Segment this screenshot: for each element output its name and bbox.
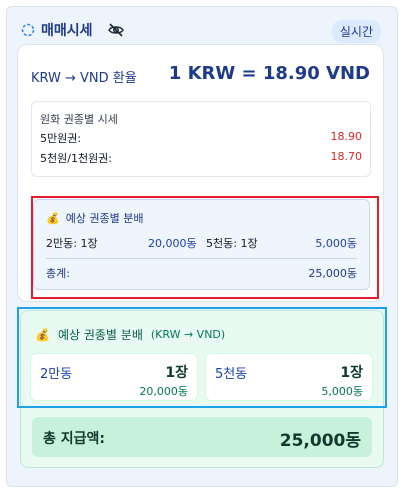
price-value: 18.90 xyxy=(330,130,363,143)
total-payout-value: 25,000동 xyxy=(279,431,361,451)
panel-header: 매매시세 실시간 xyxy=(19,17,385,43)
red-highlight-box xyxy=(31,196,379,299)
price-label: 5천원/1천원권: xyxy=(40,152,113,165)
panel-title: 매매시세 xyxy=(41,23,93,39)
exchange-rate-row: KRW → VND 환율 1 KRW = 18.90 VND xyxy=(31,63,370,87)
total-payout-label: 총 지급액: xyxy=(43,431,105,447)
rate-label: KRW → VND 환율 xyxy=(31,71,137,86)
refresh-icon[interactable] xyxy=(19,21,37,39)
price-box-title: 원화 권종별 시세 xyxy=(40,113,118,126)
total-payout-bar: 총 지급액: 25,000동 xyxy=(32,417,372,457)
realtime-badge: 실시간 xyxy=(331,20,381,43)
price-value: 18.70 xyxy=(330,150,363,163)
blue-highlight-box xyxy=(17,307,387,408)
price-label: 5만원권: xyxy=(40,132,82,145)
rate-value: 1 KRW = 18.90 VND xyxy=(168,63,370,84)
krw-price-box: 원화 권종별 시세 5만원권: 18.90 5천원/1천원권: 18.70 xyxy=(31,101,371,177)
eye-off-icon[interactable] xyxy=(107,21,125,39)
